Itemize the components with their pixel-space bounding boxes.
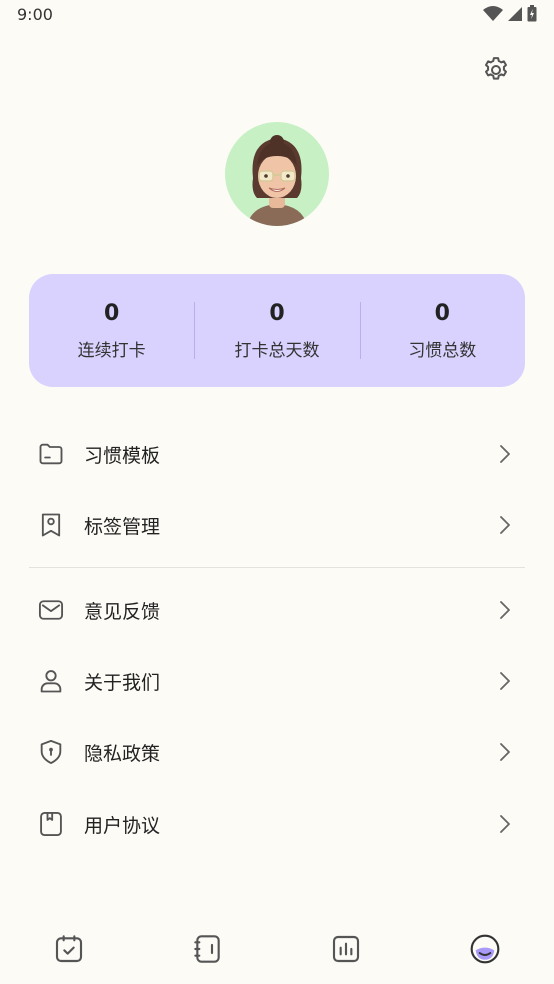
menu-item-feedback[interactable]: 意见反馈 xyxy=(29,580,525,640)
chevron-right-icon xyxy=(500,743,510,761)
chevron-right-icon xyxy=(500,601,510,619)
chevron-right-icon xyxy=(500,672,510,690)
nav-checkin[interactable] xyxy=(44,924,94,974)
stat-label: 连续打卡 xyxy=(77,341,146,361)
bottom-nav xyxy=(0,914,554,984)
stats-card: 0 连续打卡 0 打卡总天数 0 习惯总数 xyxy=(29,274,525,387)
stat-label: 习惯总数 xyxy=(408,341,477,361)
stat-value: 0 xyxy=(269,301,285,326)
menu-label: 习惯模板 xyxy=(84,444,161,467)
menu-item-about-us[interactable]: 关于我们 xyxy=(29,651,525,711)
menu-item-privacy-policy[interactable]: 隐私政策 xyxy=(29,722,525,782)
stats-icon xyxy=(333,935,360,963)
battery-icon xyxy=(527,5,537,22)
menu-divider xyxy=(29,567,525,568)
menu-label: 标签管理 xyxy=(84,515,161,538)
stat-label: 打卡总天数 xyxy=(234,341,320,361)
stat-total-habits[interactable]: 0 习惯总数 xyxy=(359,274,525,387)
avatar[interactable] xyxy=(225,122,329,226)
settings-button[interactable] xyxy=(480,54,512,86)
shield-icon xyxy=(40,739,62,765)
avatar-illustration xyxy=(247,135,307,226)
stat-streak[interactable]: 0 连续打卡 xyxy=(29,274,194,387)
chevron-right-icon xyxy=(500,445,510,463)
menu-label: 用户协议 xyxy=(84,814,161,837)
notebook-icon xyxy=(194,935,220,963)
folder-icon xyxy=(39,443,63,465)
chevron-right-icon xyxy=(500,516,510,534)
menu-item-user-agreement[interactable]: 用户协议 xyxy=(29,794,525,854)
stat-total-days[interactable]: 0 打卡总天数 xyxy=(194,274,359,387)
nav-profile[interactable] xyxy=(460,924,510,974)
menu-label: 意见反馈 xyxy=(84,600,161,623)
menu-item-habit-templates[interactable]: 习惯模板 xyxy=(29,424,525,484)
bookmark-icon xyxy=(41,513,61,537)
status-bar: 9:00 xyxy=(0,0,554,30)
stat-value: 0 xyxy=(104,301,120,326)
menu-label: 关于我们 xyxy=(84,671,161,694)
status-icons xyxy=(483,5,537,22)
nav-statistics[interactable] xyxy=(321,924,371,974)
signal-icon xyxy=(508,6,522,21)
mail-icon xyxy=(38,600,64,620)
profile-face-icon xyxy=(470,934,500,964)
menu-item-tag-management[interactable]: 标签管理 xyxy=(29,495,525,555)
stat-value: 0 xyxy=(434,301,450,326)
profile-screen: 9:00 0 连续打卡 0 打卡总天数 0 习惯总数 习惯模板 标签管理 意见反… xyxy=(0,0,554,984)
nav-notebook[interactable] xyxy=(183,924,233,974)
calendar-check-icon xyxy=(56,935,83,963)
document-icon xyxy=(40,811,62,837)
chevron-right-icon xyxy=(500,815,510,833)
menu-label: 隐私政策 xyxy=(84,742,161,765)
status-time: 9:00 xyxy=(17,5,53,24)
wifi-icon xyxy=(483,5,503,21)
user-icon xyxy=(40,670,62,693)
gear-icon xyxy=(485,57,507,80)
